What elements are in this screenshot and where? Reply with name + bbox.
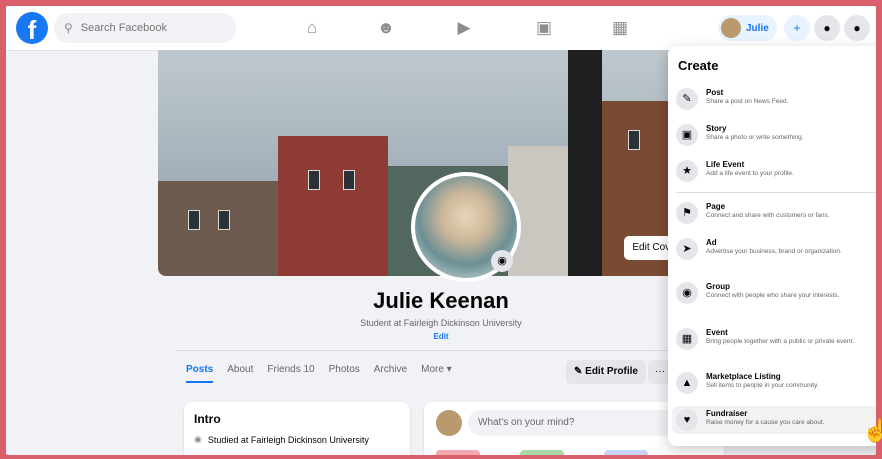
- divider: [176, 350, 724, 351]
- cover-window: [188, 210, 200, 230]
- cover-window: [343, 170, 355, 190]
- menu-item-title: Marketplace Listing: [706, 372, 781, 381]
- education-icon: ◉: [194, 434, 202, 444]
- photo-video-icon[interactable]: [520, 450, 564, 455]
- create-plus-icon[interactable]: +: [784, 15, 810, 41]
- intro-card: Intro ◉ Studied at Fairleigh Dickinson U…: [184, 402, 410, 455]
- menu-item-group[interactable]: ◉ Group Connect with people who share yo…: [676, 282, 876, 304]
- facebook-logo-icon[interactable]: f: [16, 12, 48, 44]
- create-menu: Create ✎ Post Share a post on News Feed.…: [668, 46, 876, 446]
- menu-item-desc: Sell items to people in your community.: [706, 382, 819, 389]
- tab-friends[interactable]: Friends 10: [267, 360, 314, 383]
- intro-title: Intro: [194, 412, 221, 426]
- post-icon: ✎: [676, 88, 698, 110]
- calendar-icon: ▦: [676, 328, 698, 350]
- cover-building: [278, 136, 388, 276]
- watch-icon[interactable]: ▶: [452, 16, 476, 40]
- cover-window: [218, 210, 230, 230]
- menu-item-event[interactable]: ▦ Event Bring people together with a pub…: [676, 328, 876, 350]
- tab-archive[interactable]: Archive: [374, 360, 407, 383]
- tab-about[interactable]: About: [227, 360, 253, 383]
- intro-education-text: Studied at Fairleigh Dickinson Universit…: [207, 434, 369, 445]
- cover-window: [628, 130, 640, 150]
- profile-chip-name: Julie: [746, 22, 769, 34]
- tab-more[interactable]: More ▾: [421, 360, 452, 383]
- flag-icon: ⚑: [676, 202, 698, 224]
- menu-item-desc: Advertise your business, brand or organi…: [706, 248, 842, 255]
- menu-item-desc: Connect and share with customers or fans…: [706, 212, 830, 219]
- menu-item-marketplace-listing[interactable]: ▲ Marketplace Listing Sell items to peop…: [676, 372, 876, 394]
- search-input[interactable]: [78, 21, 223, 35]
- menu-item-page[interactable]: ⚑ Page Connect and share with customers …: [676, 202, 876, 224]
- friends-icon[interactable]: ☻: [374, 16, 398, 40]
- camera-icon[interactable]: ◉: [491, 250, 513, 272]
- menu-item-fundraiser[interactable]: ♥ Fundraiser Raise money for a cause you…: [672, 406, 876, 434]
- menu-item-desc: Add a life event to your profile.: [706, 170, 794, 177]
- menu-item-title: Fundraiser: [706, 409, 748, 418]
- star-icon: ★: [676, 160, 698, 182]
- home-icon[interactable]: ⌂: [300, 16, 324, 40]
- fundraiser-icon: ♥: [676, 409, 698, 431]
- menu-item-desc: Share a photo or write something.: [706, 134, 804, 141]
- group-icon: ◉: [676, 282, 698, 304]
- top-navigation: f ⚲ ⌂ ☻ ▶ ▣ ▦ Julie + ● ●: [6, 6, 876, 51]
- menu-item-title: Page: [706, 202, 726, 211]
- menu-item-title: Post: [706, 88, 724, 97]
- live-video-icon[interactable]: [436, 450, 480, 455]
- search-icon: ⚲: [64, 21, 73, 35]
- shopping-bag-icon: ▲: [676, 372, 698, 394]
- menu-item-title: Life Event: [706, 160, 745, 169]
- cover-window: [308, 170, 320, 190]
- cover-pole: [568, 50, 602, 276]
- browser-viewport: f ⚲ ⌂ ☻ ▶ ▣ ▦ Julie + ● ● Edit Cover: [6, 6, 876, 455]
- hand-cursor-icon: ☝: [862, 418, 882, 443]
- avatar: [436, 410, 462, 436]
- messenger-icon[interactable]: ●: [814, 15, 840, 41]
- menu-item-life-event[interactable]: ★ Life Event Add a life event to your pr…: [676, 160, 876, 182]
- marketplace-icon[interactable]: ▣: [532, 16, 556, 40]
- menu-item-desc: Share a post on News Feed.: [706, 98, 789, 105]
- menu-item-title: Story: [706, 124, 727, 133]
- search-box[interactable]: ⚲: [54, 13, 236, 43]
- profile-picture[interactable]: ◉: [411, 172, 521, 282]
- intro-education: ◉ Studied at Fairleigh Dickinson Univers…: [194, 434, 369, 445]
- menu-item-title: Event: [706, 328, 728, 337]
- menu-item-post[interactable]: ✎ Post Share a post on News Feed.: [676, 88, 876, 110]
- notifications-icon[interactable]: ●: [844, 15, 870, 41]
- menu-item-title: Group: [706, 282, 730, 291]
- menu-item-story[interactable]: ▣ Story Share a photo or write something…: [676, 124, 876, 146]
- avatar: [721, 18, 741, 38]
- tab-photos[interactable]: Photos: [329, 360, 360, 383]
- profile-tabs: Posts About Friends 10 Photos Archive Mo…: [186, 360, 452, 383]
- menu-item-desc: Raise money for a cause you care about.: [706, 419, 825, 426]
- megaphone-icon: ➤: [676, 238, 698, 260]
- tab-posts[interactable]: Posts: [186, 360, 214, 383]
- menu-item-desc: Bring people together with a public or p…: [706, 338, 855, 345]
- create-menu-title: Create: [678, 58, 719, 73]
- profile-chip[interactable]: Julie: [718, 15, 777, 41]
- menu-item-title: Ad: [706, 238, 717, 247]
- life-event-icon[interactable]: [604, 450, 648, 455]
- composer-actions: [436, 450, 648, 455]
- story-icon: ▣: [676, 124, 698, 146]
- menu-item-desc: Connect with people who share your inter…: [706, 292, 840, 299]
- menu-item-ad[interactable]: ➤ Ad Advertise your business, brand or o…: [676, 238, 876, 260]
- menu-divider: [676, 192, 876, 193]
- gaming-icon[interactable]: ▦: [608, 16, 632, 40]
- edit-profile-button[interactable]: ✎ Edit Profile: [566, 360, 646, 384]
